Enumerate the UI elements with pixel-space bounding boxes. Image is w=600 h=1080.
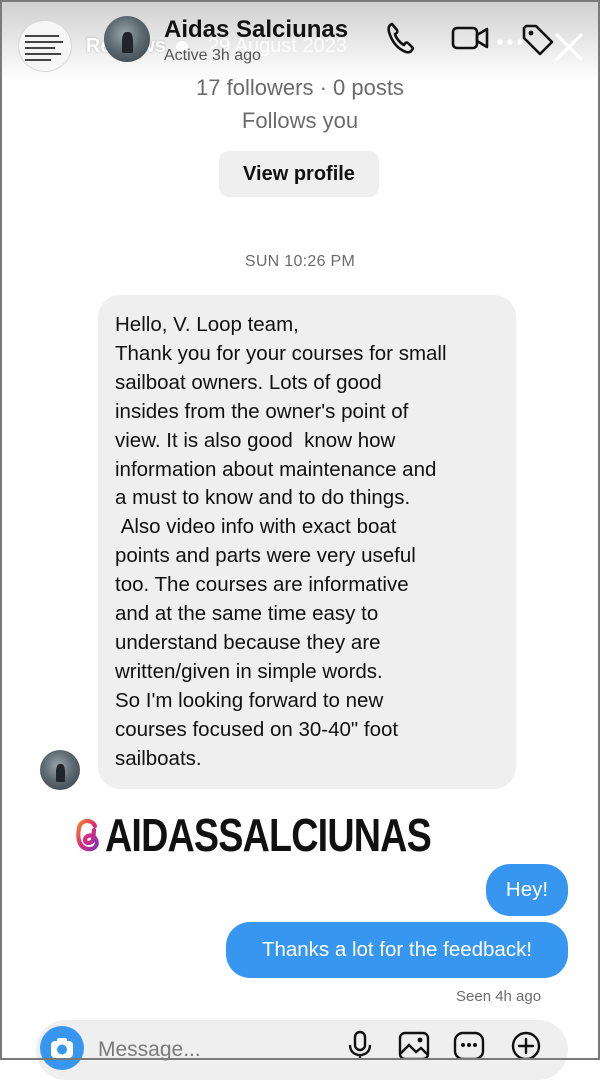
follows-you-label: Follows you bbox=[241, 108, 359, 133]
threads-handle: AIDASSALCIUNAS bbox=[73, 808, 502, 862]
story-account-logo[interactable] bbox=[18, 20, 72, 72]
incoming-message-bubble[interactable]: Hello, V. Loop team, Thank you for your … bbox=[98, 295, 516, 789]
seen-status: Seen 4h ago bbox=[456, 988, 542, 1005]
threads-logo-icon bbox=[76, 818, 99, 852]
outgoing-message-bubble[interactable]: Thanks a lot for the feedback! bbox=[226, 922, 568, 978]
add-icon[interactable] bbox=[510, 1030, 542, 1060]
contact-name[interactable]: Aidas Salciunas bbox=[164, 16, 348, 44]
gallery-icon[interactable] bbox=[397, 1030, 431, 1060]
close-icon[interactable] bbox=[552, 30, 586, 64]
view-profile-button[interactable]: View profile bbox=[219, 151, 379, 197]
sender-avatar[interactable] bbox=[40, 750, 80, 790]
profile-stats: 17 followers · 0 posts bbox=[196, 75, 404, 100]
microphone-icon[interactable] bbox=[346, 1030, 374, 1060]
phone-icon[interactable] bbox=[384, 20, 416, 56]
tag-icon[interactable] bbox=[520, 22, 556, 58]
video-camera-icon[interactable] bbox=[450, 20, 490, 56]
outgoing-message-bubble[interactable]: Hey! bbox=[486, 864, 568, 916]
message-timestamp: SUN 10:26 PM bbox=[244, 253, 356, 270]
sticker-icon[interactable] bbox=[452, 1030, 486, 1060]
contact-avatar[interactable] bbox=[104, 16, 150, 62]
incoming-message-text: Hello, V. Loop team, Thank you for your … bbox=[115, 313, 447, 770]
threads-handle-text: AIDASSALCIUNAS bbox=[105, 809, 432, 861]
camera-button[interactable] bbox=[40, 1026, 84, 1070]
camera-icon bbox=[51, 1038, 73, 1058]
active-status: Active 3h ago bbox=[164, 47, 261, 64]
message-input[interactable]: Message... bbox=[98, 1038, 201, 1062]
